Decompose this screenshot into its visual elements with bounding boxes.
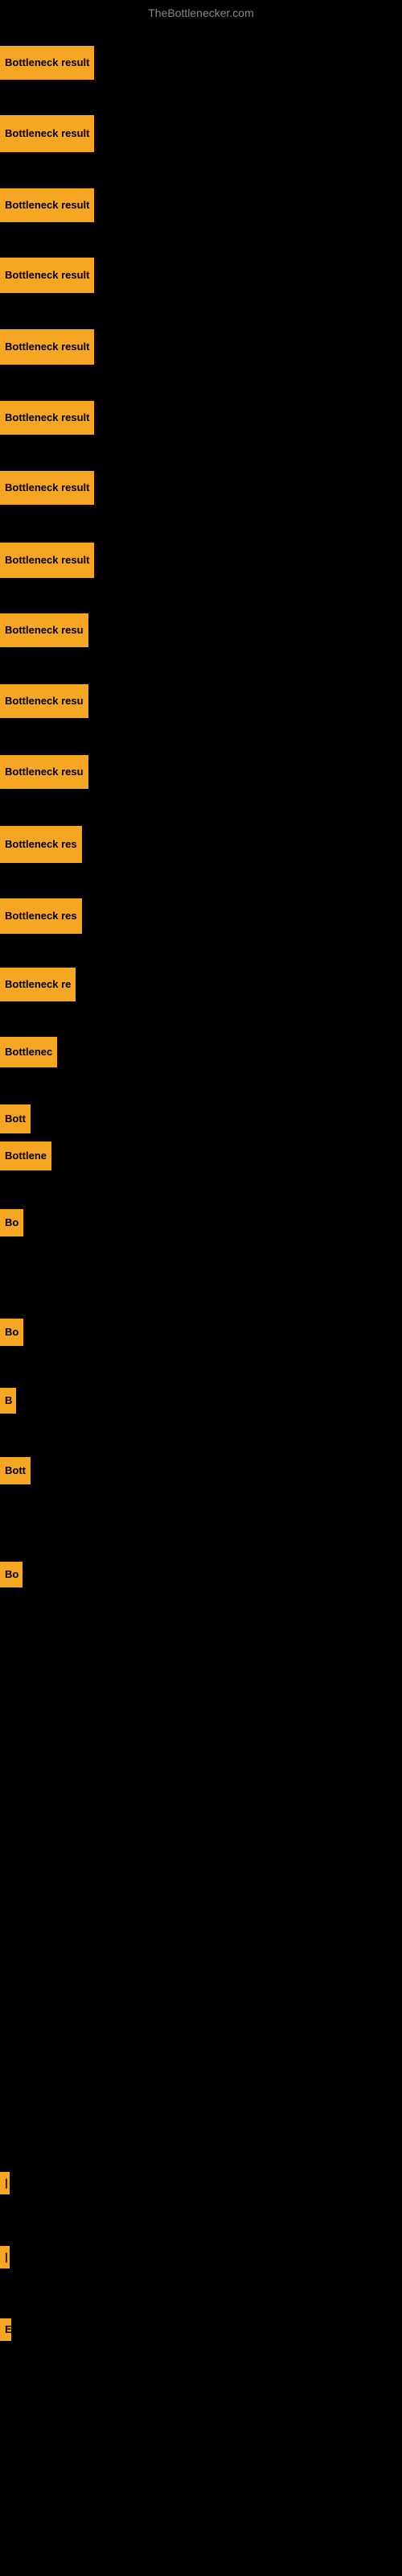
bottleneck-result-badge: Bottleneck resu — [0, 755, 88, 789]
bottleneck-result-badge: Bottleneck result — [0, 471, 94, 505]
bottleneck-result-badge: Bo — [0, 1319, 23, 1346]
bottleneck-result-badge: Bottleneck res — [0, 826, 82, 863]
bottleneck-result-badge: | — [0, 2246, 10, 2268]
bottleneck-result-badge: Bottleneck result — [0, 115, 94, 152]
bottleneck-result-badge: | — [0, 2172, 10, 2194]
bottleneck-result-badge: Bottlene — [0, 1141, 51, 1170]
bottleneck-result-badge: Bott — [0, 1104, 31, 1133]
bottleneck-result-badge: Bottleneck result — [0, 46, 94, 80]
bottleneck-result-badge: Bott — [0, 1457, 31, 1484]
bottleneck-result-badge: Bottleneck resu — [0, 684, 88, 718]
bottleneck-result-badge: Bo — [0, 1209, 23, 1236]
bottleneck-result-badge: Bottleneck resu — [0, 613, 88, 647]
bottleneck-result-badge: Bottlenec — [0, 1037, 57, 1067]
bottleneck-result-badge: Bottleneck result — [0, 329, 94, 365]
bottleneck-result-badge: E — [0, 2318, 11, 2341]
bottleneck-result-badge: Bottleneck result — [0, 543, 94, 578]
bottleneck-result-badge: B — [0, 1388, 16, 1414]
bottleneck-result-badge: Bottleneck re — [0, 968, 76, 1001]
bottleneck-result-badge: Bottleneck res — [0, 898, 82, 934]
bottleneck-result-badge: Bottleneck result — [0, 258, 94, 293]
bottleneck-result-badge: Bottleneck result — [0, 188, 94, 222]
bottleneck-result-badge: Bo — [0, 1562, 23, 1587]
bottleneck-result-badge: Bottleneck result — [0, 401, 94, 435]
site-title: TheBottlenecker.com — [148, 6, 254, 19]
